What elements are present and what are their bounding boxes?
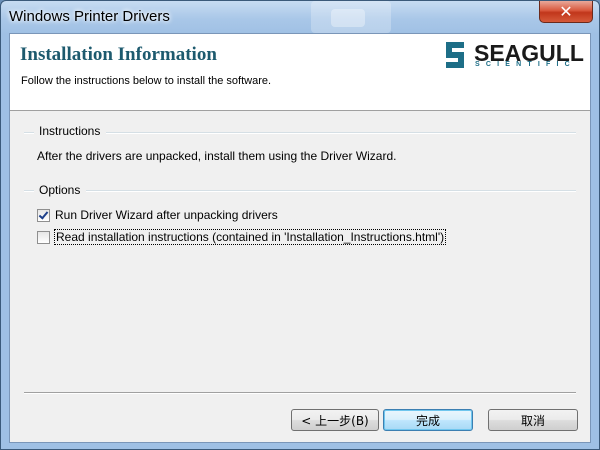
installer-window: Windows Printer Drivers ✕ Installation I… xyxy=(0,0,600,450)
page-subtitle: Follow the instructions below to install… xyxy=(21,75,272,87)
page-title: Installation Information xyxy=(20,44,217,65)
back-button[interactable]: < 上一步(B) xyxy=(291,409,379,431)
logo-subtext: SCIENTIFIC xyxy=(475,61,576,68)
finish-button[interactable]: 完成 xyxy=(383,409,473,431)
run-driver-wizard-checkbox-row[interactable]: Run Driver Wizard after unpacking driver… xyxy=(37,208,278,222)
read-instructions-label[interactable]: Read installation instructions (containe… xyxy=(53,229,447,245)
seagull-logo-mark-icon xyxy=(446,42,464,68)
instructions-group-label: Instructions xyxy=(34,124,107,138)
read-instructions-checkbox[interactable] xyxy=(37,230,50,244)
run-driver-wizard-checkbox[interactable] xyxy=(37,208,50,222)
close-button[interactable]: ✕ xyxy=(539,1,593,23)
options-group-label: Options xyxy=(34,183,87,197)
dialog-client-area: Installation Information Follow the inst… xyxy=(9,33,591,443)
title-bar[interactable]: Windows Printer Drivers ✕ xyxy=(1,1,599,33)
read-instructions-checkbox-row[interactable]: Read installation instructions (containe… xyxy=(37,229,447,245)
cancel-button[interactable]: 取消 xyxy=(488,409,578,431)
titlebar-glass-decor-2 xyxy=(331,9,365,27)
instructions-group-divider xyxy=(24,132,576,134)
window-title: Windows Printer Drivers xyxy=(9,8,170,25)
wizard-header: Installation Information Follow the inst… xyxy=(10,34,590,111)
button-area-divider xyxy=(24,392,576,394)
close-icon: ✕ xyxy=(559,3,573,21)
run-driver-wizard-label[interactable]: Run Driver Wizard after unpacking driver… xyxy=(55,208,278,222)
options-group-divider xyxy=(24,190,576,192)
seagull-logo: SEAGULL SCIENTIFIC xyxy=(442,40,584,72)
instructions-text: After the drivers are unpacked, install … xyxy=(37,149,397,163)
